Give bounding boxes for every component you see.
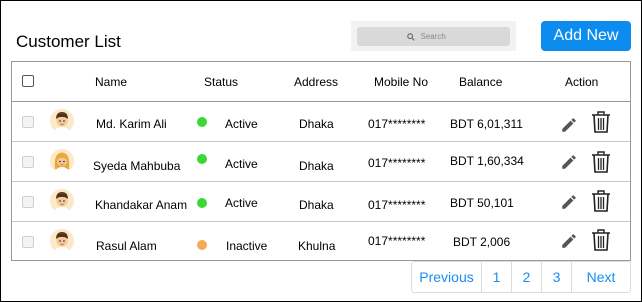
row-checkbox[interactable] <box>22 116 34 128</box>
address-text: Dhaka <box>299 198 334 212</box>
status-dot <box>197 240 207 250</box>
mobile-text: 017******** <box>368 234 426 248</box>
mobile-text: 017******** <box>368 117 426 131</box>
table-row[interactable]: Syeda Mahbuba Active Dhaka 017******** B… <box>12 142 630 182</box>
balance-text: BDT 1,60,334 <box>450 154 524 168</box>
balance-text: BDT 2,006 <box>453 235 511 249</box>
male-avatar-icon <box>50 189 74 213</box>
mobile-text: 017******** <box>368 198 426 212</box>
customer-table: Name Status Address Mobile No Balance Ac… <box>11 61 631 261</box>
search-icon <box>406 32 415 41</box>
status-dot <box>197 154 207 164</box>
table-row[interactable]: Khandakar Anam Active Dhaka 017******** … <box>12 182 630 222</box>
pagination-page-1[interactable]: 1 <box>482 262 512 292</box>
pencil-icon[interactable] <box>560 116 578 134</box>
address-text: Khulna <box>298 239 336 253</box>
balance-text: BDT 50,101 <box>450 196 514 210</box>
address-text: Dhaka <box>299 117 334 131</box>
select-all-checkbox[interactable] <box>22 75 34 87</box>
pencil-icon[interactable] <box>560 193 578 211</box>
status-text: Inactive <box>226 239 268 253</box>
mobile-text: 017******** <box>368 156 426 170</box>
column-header-balance[interactable]: Balance <box>459 75 502 89</box>
address-text: Dhaka <box>299 159 334 173</box>
search-input[interactable] <box>420 32 461 41</box>
customer-name: Khandakar Anam <box>95 198 188 212</box>
trash-icon[interactable] <box>590 228 612 252</box>
balance-text: BDT 6,01,311 <box>450 117 523 131</box>
pagination-page-2[interactable]: 2 <box>512 262 542 292</box>
status-text: Active <box>225 157 258 171</box>
add-new-button[interactable]: Add New <box>541 21 631 51</box>
pencil-icon[interactable] <box>560 232 578 250</box>
pagination-next[interactable]: Next <box>572 262 630 292</box>
status-dot <box>197 198 207 208</box>
row-checkbox[interactable] <box>22 196 34 208</box>
column-header-action: Action <box>565 75 599 89</box>
trash-icon[interactable] <box>590 150 612 174</box>
pagination-previous[interactable]: Previous <box>412 262 482 292</box>
status-dot <box>197 117 207 127</box>
table-row[interactable]: Rasul Alam Inactive Khulna 017******** B… <box>12 222 630 262</box>
pencil-icon[interactable] <box>560 153 578 171</box>
customer-name: Md. Karim Ali <box>96 117 167 131</box>
pagination: Previous 1 2 3 Next <box>411 261 631 293</box>
status-text: Active <box>225 196 258 210</box>
trash-icon[interactable] <box>590 110 612 134</box>
row-checkbox[interactable] <box>22 236 34 248</box>
table-header: Name Status Address Mobile No Balance Ac… <box>12 62 630 102</box>
column-header-status[interactable]: Status <box>204 75 238 89</box>
customer-name: Syeda Mahbuba <box>93 159 181 173</box>
column-header-mobile[interactable]: Mobile No <box>374 75 428 89</box>
column-header-name[interactable]: Name <box>95 75 127 89</box>
pagination-page-3[interactable]: 3 <box>542 262 572 292</box>
female-avatar-icon <box>50 149 74 173</box>
status-text: Active <box>225 117 258 131</box>
search-field[interactable] <box>357 27 510 46</box>
customer-name: Rasul Alam <box>96 239 157 253</box>
male-avatar-icon <box>50 229 74 253</box>
table-row[interactable]: Md. Karim Ali Active Dhaka 017******** B… <box>12 102 630 142</box>
customer-list-panel: Customer List Add New Name Status Addres… <box>0 0 642 302</box>
trash-icon[interactable] <box>590 189 612 213</box>
column-header-address[interactable]: Address <box>294 75 338 89</box>
page-title: Customer List <box>16 32 121 51</box>
search-container <box>351 21 516 51</box>
row-checkbox[interactable] <box>22 156 34 168</box>
male-avatar-icon <box>50 109 74 133</box>
